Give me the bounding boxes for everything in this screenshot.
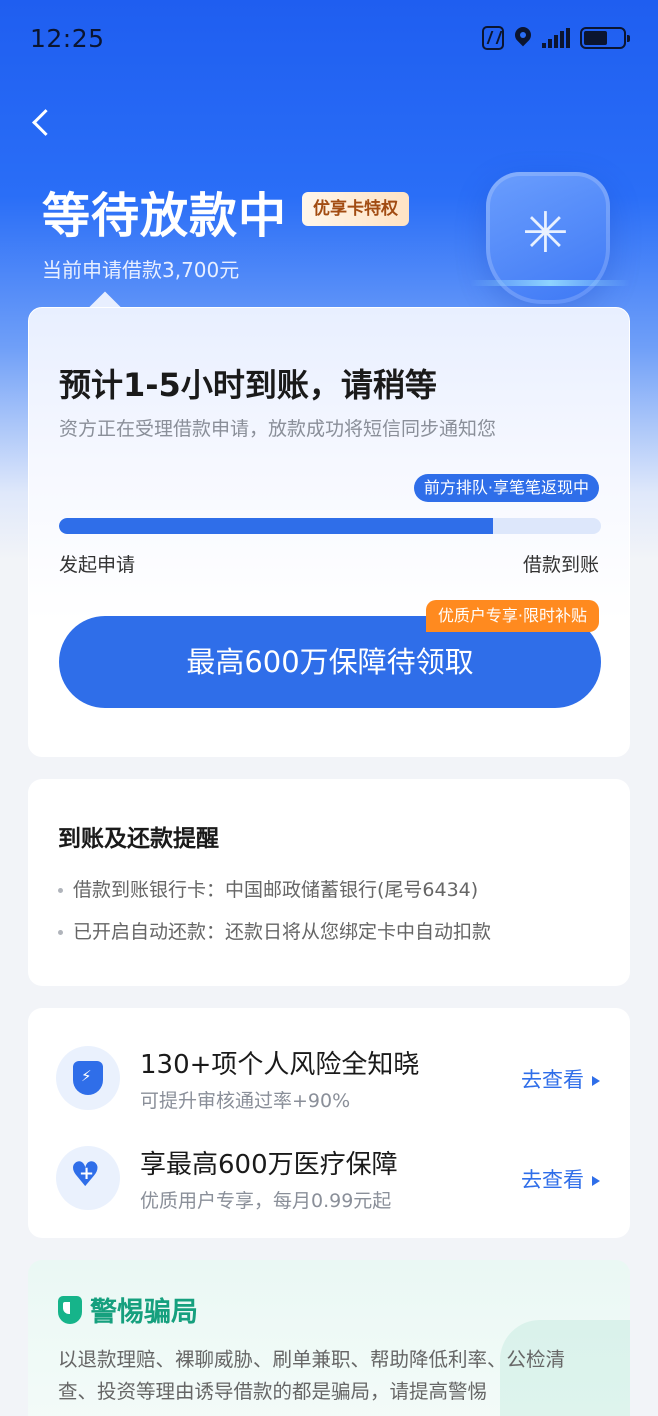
shield-glow xyxy=(470,280,630,286)
loan-amount-subtitle: 当前申请借款3,700元 xyxy=(42,258,240,282)
warning-title: 警惕骗局 xyxy=(90,1297,198,1328)
status-bar: 12:25 xyxy=(0,0,658,80)
bullet-dot xyxy=(58,888,63,893)
reminder-item-text: 已开启自动还款：还款日将从您绑定卡中自动扣款 xyxy=(73,921,492,943)
queue-tag: 前方排队·享笔笔返现中 xyxy=(413,474,599,502)
services-card: 130+项个人风险全知晓 可提升审核通过率+90% 去查看 ♥ + 享最高600… xyxy=(28,1008,630,1238)
logo-icon xyxy=(514,206,580,270)
progress-fill xyxy=(59,518,493,534)
progress-start-label: 发起申请 xyxy=(59,554,136,576)
shield-icon xyxy=(58,1296,82,1324)
progress-end-label: 借款到账 xyxy=(522,554,599,576)
service-row-risk[interactable]: 130+项个人风险全知晓 可提升审核通过率+90% 去查看 xyxy=(28,1042,630,1142)
eta-description: 资方正在受理借款申请，放款成功将短信同步通知您 xyxy=(59,418,497,440)
fraud-warning-card: 警惕骗局 以退款理赔、裸聊威胁、刷单兼职、帮助降低利率、公检清查、投资等理由诱导… xyxy=(28,1260,630,1416)
progress-card: 预计1-5小时到账，请稍等 资方正在受理借款申请，放款成功将短信同步通知您 前方… xyxy=(28,307,630,757)
location-icon xyxy=(514,27,532,49)
triangle-right-icon xyxy=(592,1076,600,1086)
bullet-dot xyxy=(58,930,63,935)
progress-bar xyxy=(59,518,601,534)
reminder-item-text: 借款到账银行卡：中国邮政储蓄银行(尾号6434) xyxy=(73,879,479,901)
signal-icon xyxy=(542,28,570,48)
promo-tag: 优质户专享·限时补贴 xyxy=(425,600,599,632)
shield-bolt-icon xyxy=(73,1061,103,1095)
service-subtitle: 可提升审核通过率+90% xyxy=(140,1090,351,1112)
view-medical-link[interactable]: 去查看 xyxy=(521,1164,600,1194)
reminder-title: 到账及还款提醒 xyxy=(58,826,219,852)
status-icons xyxy=(482,26,630,50)
service-row-medical[interactable]: ♥ + 享最高600万医疗保障 优质用户专享，每月0.99元起 去查看 xyxy=(28,1142,630,1242)
reminder-item: 借款到账银行卡：中国邮政储蓄银行(尾号6434) xyxy=(58,875,478,902)
nfc-icon xyxy=(482,26,504,50)
service-subtitle: 优质用户专享，每月0.99元起 xyxy=(140,1190,392,1212)
reminder-card: 到账及还款提醒 借款到账银行卡：中国邮政储蓄银行(尾号6434) 已开启自动还款… xyxy=(28,779,630,986)
plus-icon: + xyxy=(79,1163,95,1184)
reminder-item: 已开启自动还款：还款日将从您绑定卡中自动扣款 xyxy=(58,917,491,944)
back-icon[interactable] xyxy=(28,108,58,138)
status-time: 12:25 xyxy=(30,24,105,53)
triangle-right-icon xyxy=(592,1176,600,1186)
service-title: 130+项个人风险全知晓 xyxy=(140,1050,420,1080)
service-title: 享最高600万医疗保障 xyxy=(140,1150,398,1180)
warning-text: 以退款理赔、裸聊威胁、刷单兼职、帮助降低利率、公检清查、投资等理由诱导借款的都是… xyxy=(58,1348,566,1403)
page-title: 等待放款中 xyxy=(42,188,288,244)
battery-icon xyxy=(580,27,630,49)
service-icon-bg xyxy=(56,1046,120,1110)
view-risk-link[interactable]: 去查看 xyxy=(521,1064,600,1094)
vip-badge: 优享卡特权 xyxy=(302,192,409,226)
service-icon-bg: ♥ + xyxy=(56,1146,120,1210)
eta-title: 预计1-5小时到账，请稍等 xyxy=(59,366,437,404)
